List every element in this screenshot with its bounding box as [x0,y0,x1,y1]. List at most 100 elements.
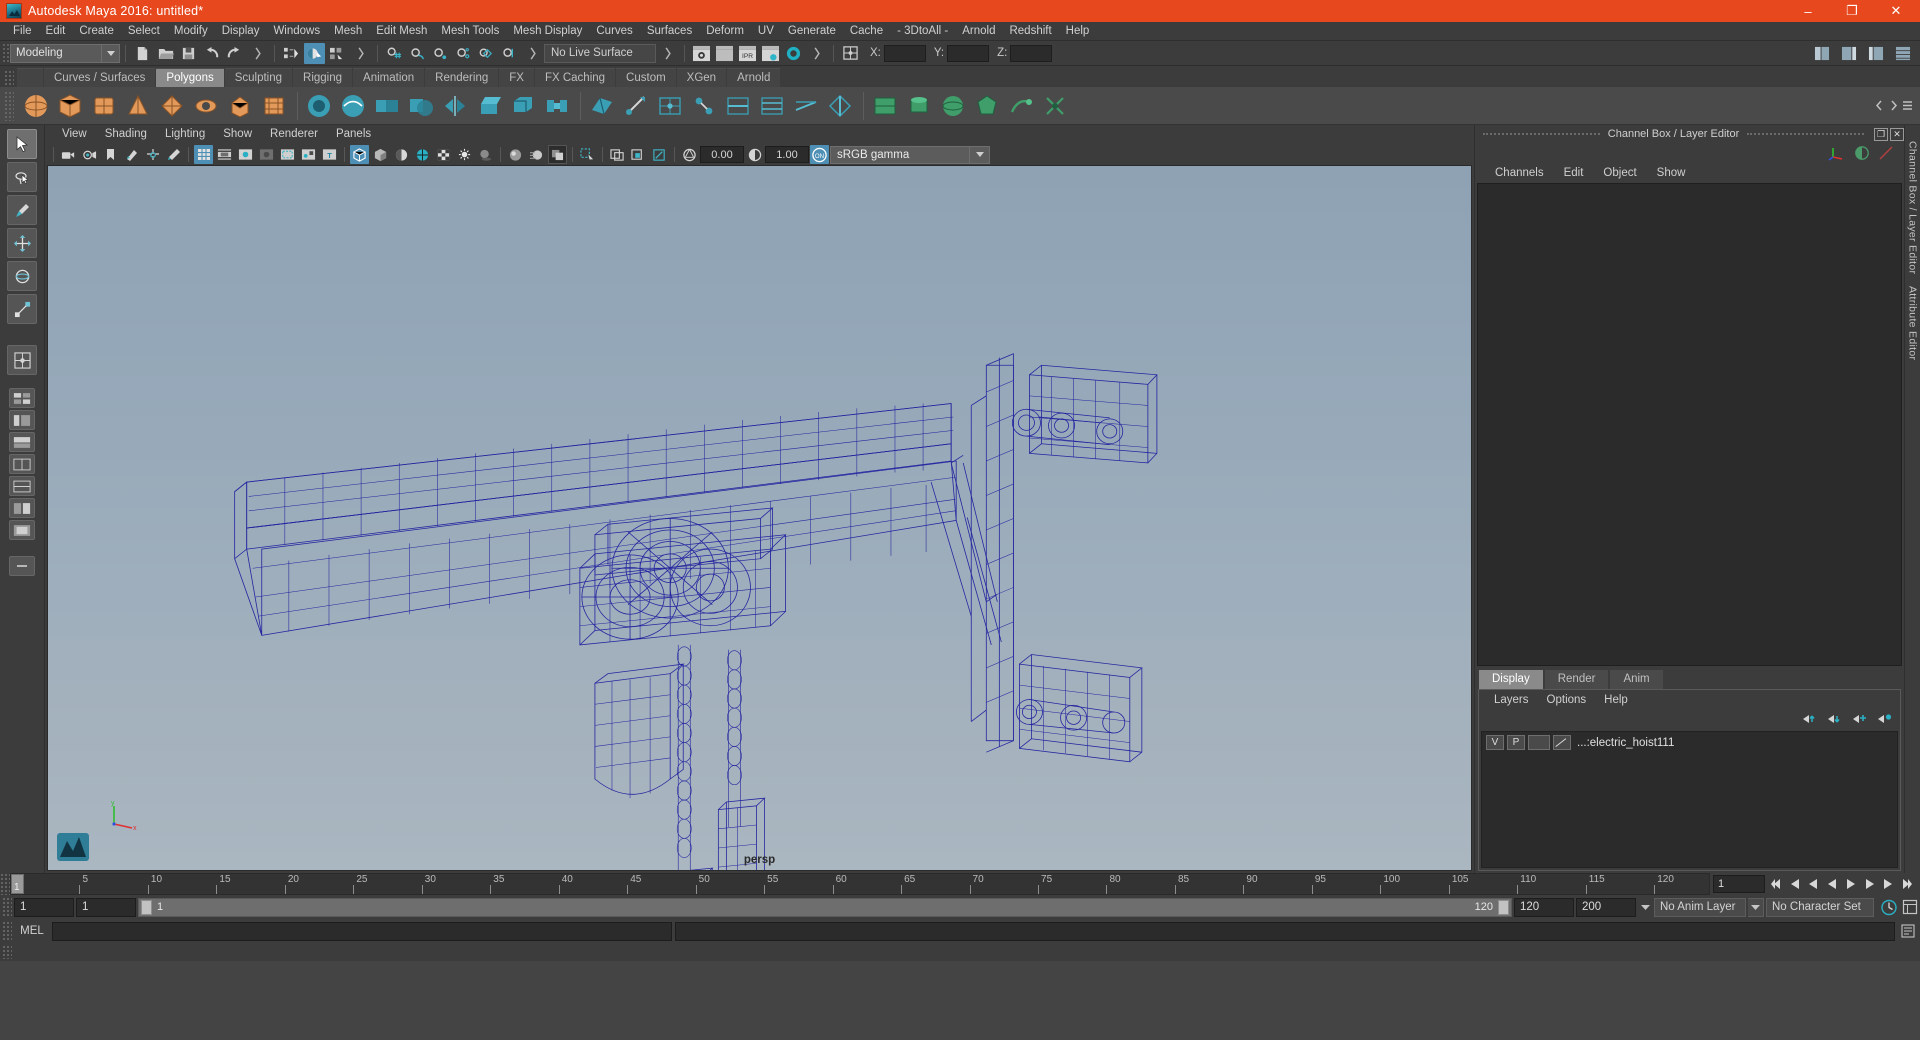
menu-item-modify[interactable]: Modify [167,22,215,41]
channel-box-menu-edit[interactable]: Edit [1554,167,1594,179]
play-backwards-icon[interactable] [1823,875,1841,893]
menu-item-arnold[interactable]: Arnold [955,22,1002,41]
uv-automatic-icon[interactable] [971,90,1003,122]
menu-item-create[interactable]: Create [72,22,121,41]
crease-icon[interactable] [824,90,856,122]
anim-layer-dropdown-arrow[interactable] [1748,897,1764,917]
command-language-label[interactable]: MEL [15,925,49,937]
close-button[interactable]: ✕ [1874,0,1918,22]
move-axis-icon[interactable] [1828,145,1846,161]
offset-edge-loop-icon[interactable] [756,90,788,122]
uv-spherical-icon[interactable] [937,90,969,122]
play-forwards-icon[interactable] [1842,875,1860,893]
chevron-left-icon[interactable] [1872,99,1886,113]
gate-mask-icon[interactable] [257,145,276,164]
menu-item-generate[interactable]: Generate [781,22,843,41]
select-by-component-icon[interactable] [327,43,348,64]
persp-outliner-layout[interactable] [9,410,35,430]
wireframe-on-shaded-icon[interactable] [413,145,432,164]
channel-box-menu-show[interactable]: Show [1647,167,1696,179]
layer-menu-layers[interactable]: Layers [1485,694,1538,706]
redo-icon[interactable] [224,43,245,64]
move-layer-up-icon[interactable] [1801,713,1817,725]
menu-item-3dtoall[interactable]: - 3DtoAll - [890,22,955,41]
expand-layouts-icon[interactable] [9,556,35,576]
mirror-icon[interactable] [439,90,471,122]
shelf-tab-fx-caching[interactable]: FX Caching [534,68,616,87]
maximize-button[interactable]: ❐ [1830,0,1874,22]
layer-menu-help[interactable]: Help [1595,694,1637,706]
viewport-menu-shading[interactable]: Shading [96,125,156,144]
shading-toggle-icon[interactable] [1854,145,1870,161]
move-layer-down-icon[interactable] [1826,713,1842,725]
screen-space-ao-icon[interactable] [506,145,525,164]
isolate-select-icon[interactable] [578,145,597,164]
channel-box-menu-object[interactable]: Object [1593,167,1646,179]
shelf-menu-icon[interactable] [1900,99,1914,113]
color-space-selector[interactable]: sRGB gamma [830,145,970,164]
show-outliner-icon[interactable] [1811,43,1832,64]
two-d-pan-zoom-icon[interactable] [143,145,162,164]
shelf-options-tab[interactable] [17,68,43,87]
statusbar-expand-icon-5[interactable] [806,43,827,64]
menu-item-windows[interactable]: Windows [266,22,327,41]
poly-prism-icon[interactable] [224,90,256,122]
range-end-field[interactable]: 200 [1576,897,1636,917]
step-back-keyframe-icon[interactable] [1785,875,1803,893]
minimize-button[interactable]: – [1786,0,1830,22]
statusbar-expand-icon-2[interactable] [350,43,371,64]
range-slider-grip[interactable] [2,897,12,917]
shadows-icon[interactable] [476,145,495,164]
slide-edge-icon[interactable] [790,90,822,122]
shelf-tab-fx[interactable]: FX [499,68,534,87]
single-perspective-layout[interactable] [7,345,37,375]
axis-z-field[interactable] [1010,44,1053,62]
snap-projected-icon[interactable] [453,43,474,64]
shelf-tab-custom[interactable]: Custom [616,68,676,87]
shelf-tab-xgen[interactable]: XGen [676,68,727,87]
channel-box-body[interactable] [1477,183,1902,666]
statusbar-expand-icon-4[interactable] [657,43,678,64]
hypershade-layout[interactable] [9,498,35,518]
time-slider-ticks[interactable]: 1 5 10 15 20 25 30 35 40 45 50 55 60 65 70 75 80 85 90 95 1… [10,873,1710,895]
step-back-frame-icon[interactable] [1804,875,1822,893]
insert-edge-loop-icon[interactable] [722,90,754,122]
use-default-lighting-icon[interactable] [455,145,474,164]
xray-active-components-icon[interactable] [650,145,669,164]
channel-box-menu-channels[interactable]: Channels [1485,167,1554,179]
menu-item-cache[interactable]: Cache [843,22,890,41]
smooth-icon[interactable] [337,90,369,122]
layer-playback-toggle[interactable]: P [1507,735,1525,750]
move-tool[interactable] [7,228,37,258]
exposure-icon[interactable] [680,145,699,164]
range-slider-left-handle[interactable] [141,899,152,915]
color-management-toggle[interactable]: ON [810,145,829,164]
time-slider-playhead[interactable]: 1 [11,874,24,894]
uv-layout-icon[interactable] [1039,90,1071,122]
bevel-icon[interactable] [507,90,539,122]
multisample-icon[interactable] [548,145,567,164]
gamma-icon[interactable] [745,145,764,164]
shelf-tab-polygons[interactable]: Polygons [156,68,224,87]
step-forward-frame-icon[interactable] [1861,875,1879,893]
range-slider[interactable]: 1 120 [138,897,1512,917]
viewport-menu-renderer[interactable]: Renderer [261,125,327,144]
outliner-persp-layout[interactable] [9,520,35,540]
shelf-tab-animation[interactable]: Animation [353,68,425,87]
time-slider-grip[interactable] [0,873,10,895]
lasso-select-tool[interactable] [7,162,37,192]
grid-toggle-icon[interactable] [194,145,213,164]
render-current-frame-icon[interactable] [714,43,735,64]
target-weld-icon[interactable] [688,90,720,122]
layer-color-swatch[interactable] [1553,735,1571,750]
menu-item-edit[interactable]: Edit [39,22,73,41]
menu-item-uv[interactable]: UV [751,22,781,41]
statusbar-expand-icon-3[interactable] [522,43,543,64]
shelf-icon-grip[interactable] [4,90,14,121]
viewport-menu-lighting[interactable]: Lighting [156,125,214,144]
range-slider-right-handle[interactable] [1498,899,1509,915]
xray-icon[interactable] [608,145,627,164]
wireframe-icon[interactable] [350,145,369,164]
make-live-icon[interactable] [499,43,520,64]
two-pane-side-layout[interactable] [9,476,35,496]
